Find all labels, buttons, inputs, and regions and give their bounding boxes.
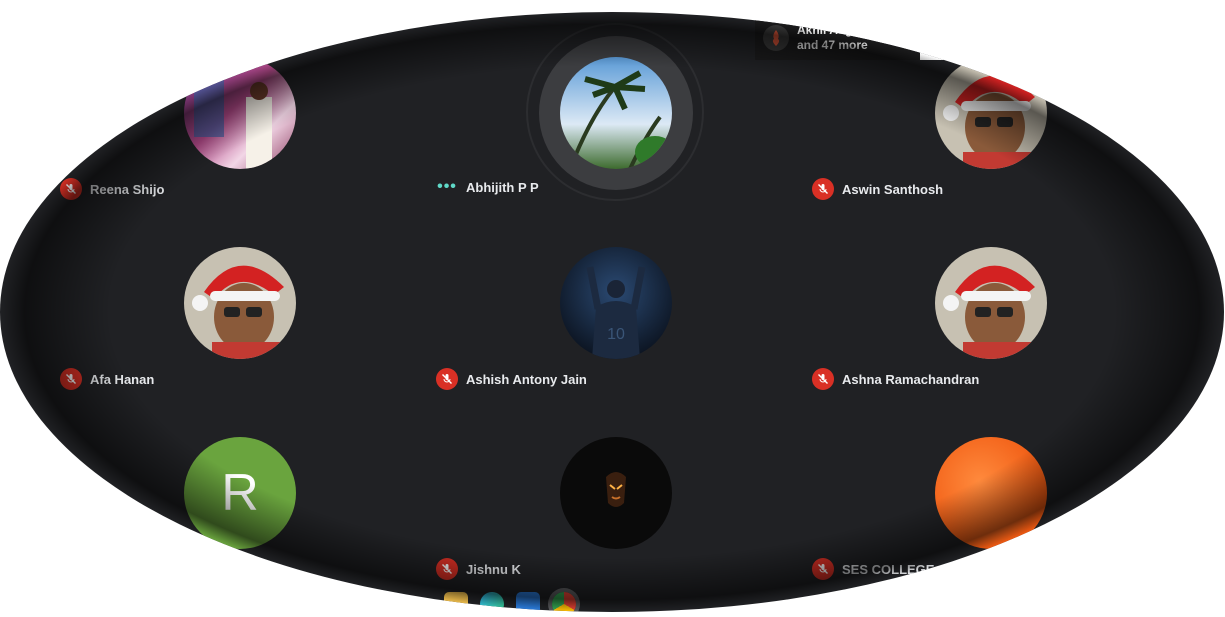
mail-icon[interactable] xyxy=(516,591,540,612)
participant-name: Aswin Santhosh xyxy=(842,181,944,197)
meeting-top-bar: Akhil Augustine and 47 more 58 xyxy=(755,16,1073,60)
participant-nameplate: Afa Hanan xyxy=(60,368,154,390)
participant-avatar-ashna xyxy=(935,247,1047,359)
presenter-text: Akhil Augustine and 47 more xyxy=(797,23,888,53)
participant-avatar-jishnu xyxy=(560,437,672,549)
participant-nameplate: SES COLLEGE xyxy=(812,558,934,580)
presenter-chip[interactable]: Akhil Augustine and 47 more xyxy=(755,16,920,60)
presenter-avatar xyxy=(763,25,789,51)
meet-grid: Reena Shijo ••• Abhijith P P Aswin Santh… xyxy=(0,12,1224,612)
participant-name: Jishnu K xyxy=(466,561,521,577)
participant-name: Ashna Ramachandran xyxy=(842,371,980,387)
chat-button[interactable] xyxy=(1007,29,1025,47)
participant-nameplate: ••• Abhijith P P xyxy=(436,178,539,196)
chat-icon xyxy=(1008,30,1024,47)
chrome-icon[interactable] xyxy=(552,591,576,612)
files-icon[interactable] xyxy=(444,591,468,612)
participant-name: Afa Hanan xyxy=(90,371,155,387)
participant-nameplate: Ashish Antony Jain xyxy=(436,368,587,390)
participants-button[interactable]: 58 xyxy=(942,28,974,46)
avatar-initial: R xyxy=(221,464,259,522)
mic-off-icon xyxy=(812,178,834,200)
edge-icon[interactable] xyxy=(480,591,504,612)
participant-nameplate: Jishnu K xyxy=(436,558,521,580)
mic-off-icon xyxy=(436,368,458,390)
participant-avatar-abhijith xyxy=(560,57,672,169)
participant-name: Abhijith P P xyxy=(466,179,539,195)
participant-name: SES COLLEGE xyxy=(842,561,935,577)
participant-avatar-ashish: 10 xyxy=(560,247,672,359)
participant-nameplate: Reena Shijo xyxy=(60,178,164,200)
mic-off-icon xyxy=(436,558,458,580)
meeting-controls: 58 xyxy=(920,16,1073,60)
participant-avatar-reena xyxy=(184,57,296,169)
mic-off-icon xyxy=(60,178,82,200)
participant-avatar-afa xyxy=(184,247,296,359)
presenter-more: and 47 more xyxy=(797,38,868,52)
svg-text:10: 10 xyxy=(607,326,625,343)
participants-count: 58 xyxy=(963,28,974,38)
participant-name: Ashish Antony Jain xyxy=(466,371,587,387)
participant-nameplate: Ashna Ramachandran xyxy=(812,368,979,390)
mic-off-icon xyxy=(812,558,834,580)
people-icon xyxy=(942,31,962,46)
participant-avatar-ses xyxy=(935,437,1047,549)
participant-avatar-initial-r: R xyxy=(184,437,296,549)
mic-off-icon xyxy=(60,368,82,390)
participant-avatar-aswin xyxy=(935,57,1047,169)
speaking-indicator-icon: ••• xyxy=(437,178,457,195)
participant-name: Reena Shijo xyxy=(90,181,165,197)
participant-nameplate: Aswin Santhosh xyxy=(812,178,943,200)
presenter-name: Akhil Augustine xyxy=(797,23,888,37)
taskbar xyxy=(444,590,576,612)
mic-off-icon xyxy=(812,368,834,390)
